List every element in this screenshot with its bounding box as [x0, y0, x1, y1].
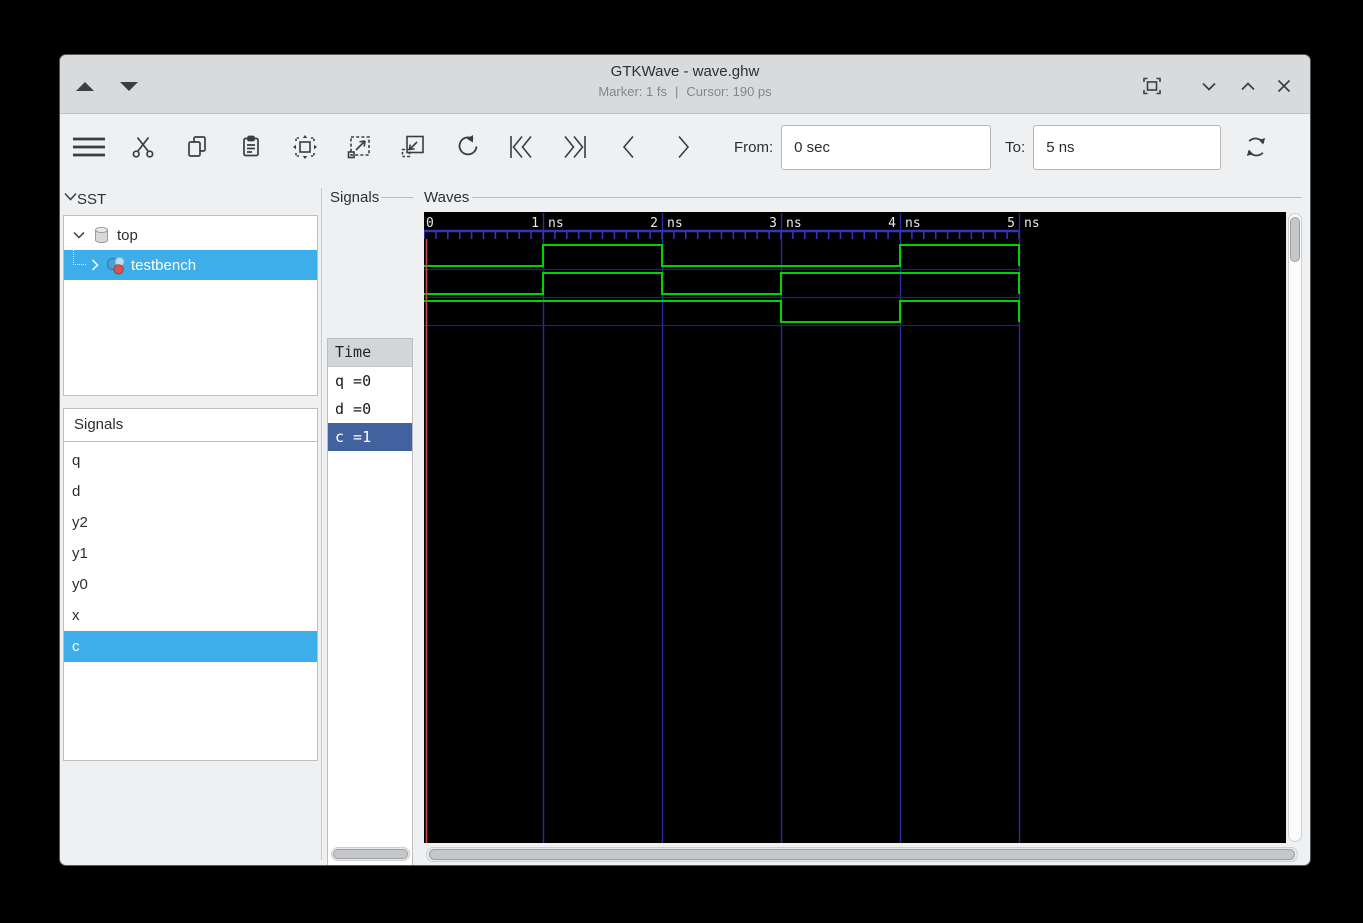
- from-input[interactable]: [781, 124, 992, 170]
- zoom-in-icon[interactable]: [340, 126, 378, 168]
- waves-frame-line: [472, 197, 1302, 198]
- sst-collapse-icon[interactable]: [64, 192, 77, 201]
- expander-right-icon[interactable]: [91, 259, 99, 271]
- tree-guide-line: [73, 246, 86, 265]
- time-unit-label: ns: [1024, 216, 1040, 231]
- waves-frame-label: Waves: [424, 189, 470, 206]
- shade-up-button[interactable]: [76, 82, 94, 91]
- skip-to-end-icon[interactable]: [556, 126, 594, 168]
- wave-names-hscroll-thumb[interactable]: [333, 849, 408, 859]
- zoom-fit-icon[interactable]: [286, 126, 324, 168]
- tree-node-top[interactable]: top: [64, 220, 317, 250]
- to-label: To:: [1005, 138, 1026, 156]
- window-status: Marker: 1 fs | Cursor: 190 ps: [60, 83, 1310, 101]
- wave-names-panel: Time q =0 d =0 c =1: [327, 338, 413, 865]
- signal-item-d[interactable]: d: [64, 476, 317, 507]
- gtkwave-window: GTKWave - wave.ghw Marker: 1 fs | Cursor: …: [60, 55, 1310, 865]
- signal-item-q[interactable]: q: [64, 445, 317, 476]
- wave-canvas[interactable]: 0 1 ns 2 ns 3 ns 4 ns 5 ns: [424, 212, 1286, 843]
- sst-tree: top testbench: [63, 215, 318, 396]
- wave-names-frame-line: [381, 197, 413, 198]
- cursor-status: Cursor: 190 ps: [686, 84, 772, 99]
- time-unit-label: ns: [548, 216, 564, 231]
- shift-right-icon[interactable]: [664, 126, 702, 168]
- minimize-icon[interactable]: [1195, 73, 1223, 99]
- titlebar[interactable]: GTKWave - wave.ghw Marker: 1 fs | Cursor: …: [60, 55, 1310, 114]
- signal-browser-list: q d y2 y1 y0 x c: [63, 441, 318, 761]
- signal-browser-header: Signals: [63, 408, 318, 442]
- signal-item-c[interactable]: c: [64, 631, 317, 662]
- paste-icon[interactable]: [232, 126, 270, 168]
- from-label: From:: [734, 138, 774, 156]
- shade-down-button[interactable]: [120, 82, 138, 91]
- time-label-0: 0: [426, 216, 434, 231]
- signal-item-y2[interactable]: y2: [64, 507, 317, 538]
- main-content: SST top testbench Signals q d y2 y1 y0 x…: [60, 180, 1310, 865]
- time-unit-label: ns: [905, 216, 921, 231]
- wave-names-frame-label: Signals: [330, 189, 380, 206]
- time-label-4: 4: [888, 216, 896, 231]
- time-header[interactable]: Time: [328, 339, 412, 367]
- sst-header-label: SST: [77, 191, 107, 208]
- time-unit-label: ns: [667, 216, 683, 231]
- skip-to-start-icon[interactable]: [502, 126, 540, 168]
- window-title: GTKWave - wave.ghw: [610, 63, 760, 80]
- wave-name-row-c[interactable]: c =1: [328, 423, 412, 451]
- marker-status: Marker: 1 fs: [598, 84, 667, 99]
- shift-left-icon[interactable]: [610, 126, 648, 168]
- time-label-5: 5: [1007, 216, 1015, 231]
- signal-item-x[interactable]: x: [64, 600, 317, 631]
- pane-splitter-left[interactable]: [321, 188, 322, 860]
- copy-icon[interactable]: [178, 126, 216, 168]
- wave-names-hscrollbar[interactable]: [331, 847, 410, 861]
- expander-down-icon[interactable]: [73, 231, 85, 239]
- undo-icon[interactable]: [448, 126, 486, 168]
- fullscreen-icon[interactable]: [1138, 73, 1166, 99]
- wave-trace-c[interactable]: [424, 300, 1020, 323]
- time-unit-label: ns: [786, 216, 802, 231]
- to-input[interactable]: [1033, 124, 1222, 170]
- waves-vscroll-thumb[interactable]: [1290, 217, 1300, 262]
- status-separator: |: [674, 84, 679, 99]
- waves-vscrollbar[interactable]: [1288, 213, 1302, 842]
- tree-node-label: testbench: [131, 256, 197, 274]
- menu-icon[interactable]: [70, 126, 108, 168]
- wave-trace-d[interactable]: [424, 272, 1020, 295]
- cut-icon[interactable]: [124, 126, 162, 168]
- wave-name-row-d[interactable]: d =0: [328, 395, 412, 423]
- time-label-3: 3: [769, 216, 777, 231]
- close-icon[interactable]: [1270, 73, 1298, 99]
- zoom-out-icon[interactable]: [394, 126, 432, 168]
- wave-name-row-q[interactable]: q =0: [328, 367, 412, 395]
- waves-hscrollbar[interactable]: [426, 847, 1298, 862]
- wave-trace-q[interactable]: [424, 244, 1020, 267]
- tree-node-testbench[interactable]: testbench: [64, 246, 317, 280]
- signal-item-y1[interactable]: y1: [64, 538, 317, 569]
- testbench-icon: [106, 256, 125, 274]
- maximize-icon[interactable]: [1234, 73, 1262, 99]
- signal-item-y0[interactable]: y0: [64, 569, 317, 600]
- module-icon: [95, 226, 108, 244]
- tree-node-label: top: [117, 226, 138, 244]
- reload-icon[interactable]: [1237, 126, 1275, 168]
- main-toolbar: From: To:: [60, 114, 1310, 180]
- waves-hscroll-thumb[interactable]: [429, 849, 1295, 860]
- time-label-1: 1: [531, 216, 539, 231]
- time-label-2: 2: [650, 216, 658, 231]
